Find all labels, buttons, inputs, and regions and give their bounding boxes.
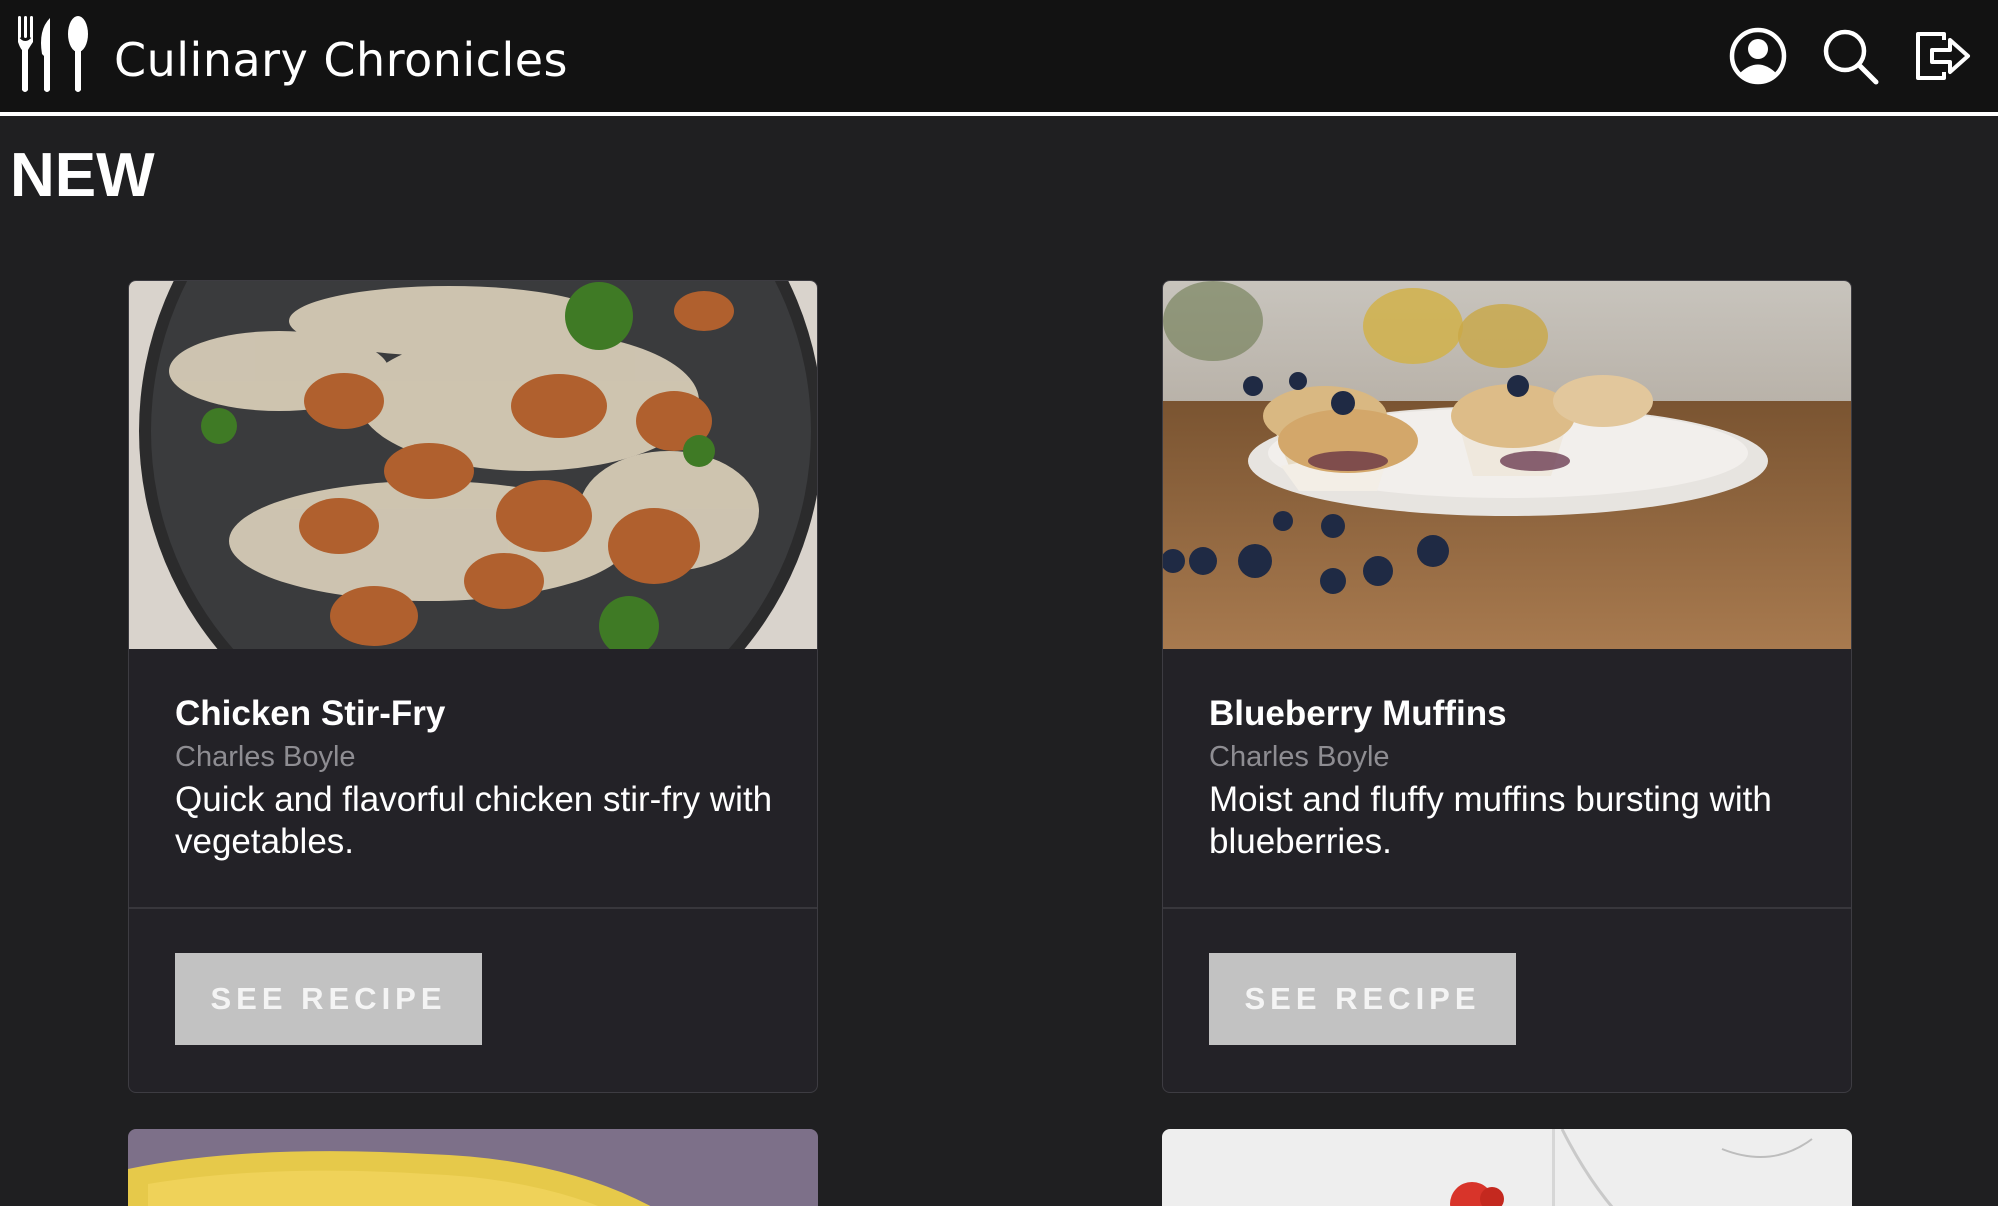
blueberry-muffins-photo [1163,281,1851,649]
see-recipe-button[interactable]: SEE RECIPE [175,953,482,1045]
card-divider [1163,907,1851,909]
search-icon[interactable] [1820,26,1880,86]
recipe-description: Quick and flavorful chicken stir-fry wit… [175,780,773,861]
app-title[interactable]: Culinary Chronicles [114,30,568,90]
utensils-icon[interactable] [16,16,92,94]
recipe-title[interactable]: Blueberry Muffins [1209,691,1809,737]
user-circle-icon[interactable] [1728,26,1788,86]
recipe-card-partial[interactable] [128,1129,818,1206]
chicken-stir-fry-photo [129,281,817,649]
top-navbar: Culinary Chronicles [0,0,1998,116]
recipe-title[interactable]: Chicken Stir-Fry [175,691,775,737]
recipe-card: Chicken Stir-Fry Charles Boyle Quick and… [128,280,818,1093]
recipe-author: Charles Boyle [175,741,356,773]
recipe-author: Charles Boyle [1209,741,1390,773]
recipe-photo-partial [1162,1129,1852,1206]
see-recipe-button[interactable]: SEE RECIPE [1209,953,1516,1045]
recipe-photo-partial [128,1129,818,1206]
section-title: NEW [10,141,155,210]
recipe-card: Blueberry Muffins Charles Boyle Moist an… [1162,280,1852,1093]
recipe-description: Moist and fluffy muffins bursting with b… [1209,780,1772,861]
card-divider [129,907,817,909]
logout-icon[interactable] [1912,26,1972,86]
recipe-card-partial[interactable] [1162,1129,1852,1206]
